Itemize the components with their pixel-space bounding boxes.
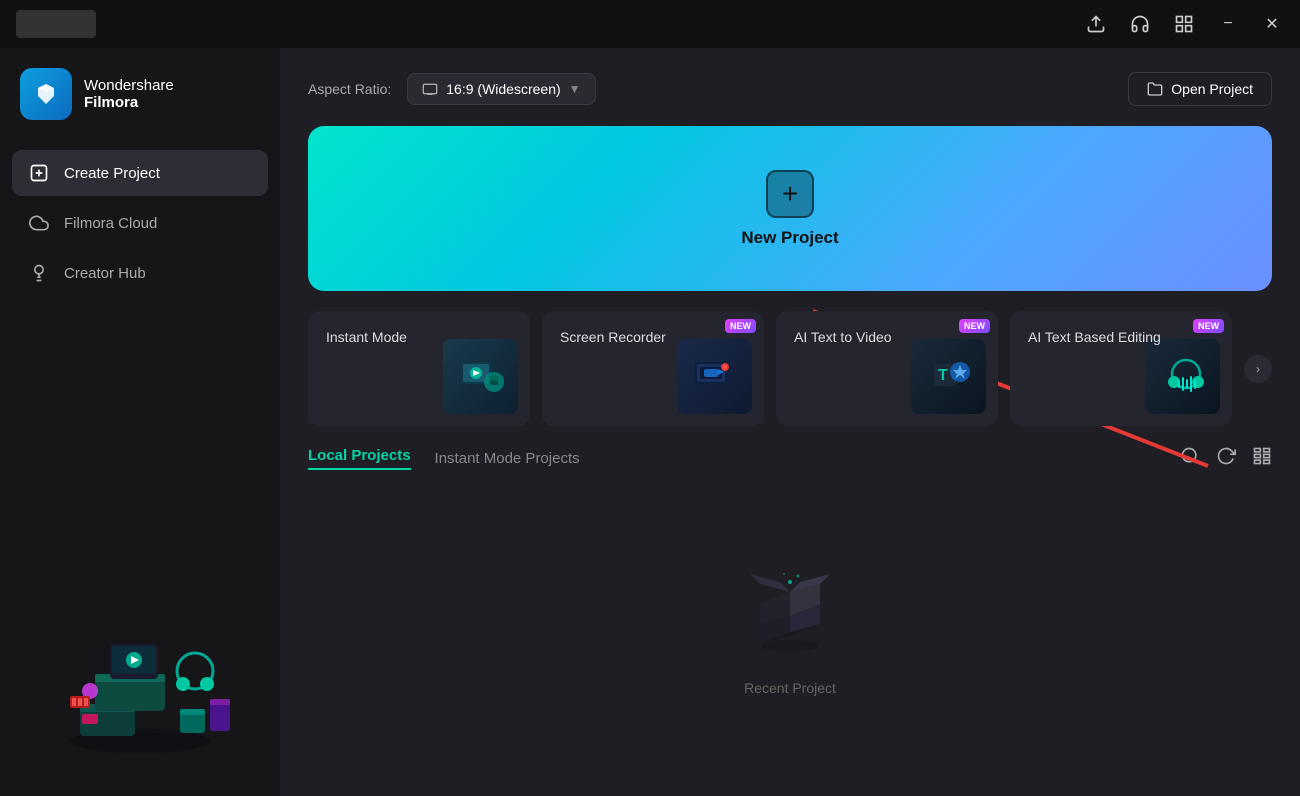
tab-local-projects[interactable]: Local Projects [308, 447, 411, 470]
projects-actions [1180, 446, 1272, 471]
illustration [40, 596, 240, 756]
instant-mode-image [443, 339, 518, 414]
app-logo: Wondershare Filmora [0, 68, 280, 150]
ai-text-editing-image [1145, 339, 1220, 414]
ai-text-video-label: AI Text to Video [794, 329, 980, 345]
plus-square-icon [28, 162, 50, 184]
aspect-ratio-label: Aspect Ratio: [308, 81, 391, 97]
feature-card-instant-mode[interactable]: Instant Mode [308, 311, 530, 426]
sidebar-item-label-create: Create Project [64, 165, 160, 182]
feature-card-ai-text-editing[interactable]: AI Text Based Editing NEW [1010, 311, 1232, 426]
sidebar-item-creator-hub[interactable]: Creator Hub [12, 250, 268, 296]
sidebar-item-label-hub: Creator Hub [64, 265, 146, 282]
lightbulb-icon [28, 262, 50, 284]
logo-icon [20, 68, 72, 120]
svg-text:T: T [938, 367, 948, 384]
aspect-ratio-value: 16:9 (Widescreen) [446, 81, 560, 97]
new-project-banner[interactable]: + New Project [308, 126, 1272, 291]
cloud-icon [28, 212, 50, 234]
new-project-label: New Project [741, 228, 838, 248]
close-button[interactable]: ✕ [1260, 12, 1284, 36]
titlebar: − ✕ [0, 0, 1300, 48]
feature-card-screen-recorder[interactable]: Screen Recorder NEW [542, 311, 764, 426]
sidebar-item-label-cloud: Filmora Cloud [64, 215, 157, 232]
empty-state: Recent Project [308, 487, 1272, 772]
sidebar-item-create-project[interactable]: Create Project [12, 150, 268, 196]
logo-line1: Wondershare [84, 77, 174, 94]
logo-line2: Filmora [84, 94, 174, 111]
main-layout: Wondershare Filmora Create Project [0, 48, 1300, 796]
content-topbar: Aspect Ratio: 16:9 (Widescreen) ▼ Open P… [308, 72, 1272, 106]
monitor-icon [422, 83, 438, 95]
sidebar-item-filmora-cloud[interactable]: Filmora Cloud [12, 200, 268, 246]
open-project-button[interactable]: Open Project [1128, 72, 1272, 106]
aspect-ratio-dropdown[interactable]: 16:9 (Widescreen) ▼ [407, 73, 595, 105]
open-project-label: Open Project [1171, 81, 1253, 97]
upload-icon[interactable] [1084, 12, 1108, 36]
screen-recorder-image [677, 339, 752, 414]
ai-text-editing-label: AI Text Based Editing [1028, 329, 1214, 345]
feature-cards-row: Instant Mode [308, 311, 1272, 426]
app-menu-placeholder [16, 10, 96, 38]
refresh-projects-icon[interactable] [1216, 446, 1236, 471]
screen-recorder-label: Screen Recorder [560, 329, 746, 345]
minimize-button[interactable]: − [1216, 12, 1240, 36]
scroll-right-button[interactable]: › [1244, 355, 1272, 383]
folder-icon [1147, 81, 1163, 97]
headset-icon[interactable] [1128, 12, 1152, 36]
sidebar: Wondershare Filmora Create Project [0, 48, 280, 796]
sidebar-nav: Create Project Filmora Cloud Creator Hub [0, 150, 280, 296]
empty-state-label: Recent Project [744, 680, 836, 696]
dropdown-arrow-icon: ▼ [569, 82, 581, 96]
instant-mode-label: Instant Mode [326, 329, 512, 345]
tab-instant-mode-projects[interactable]: Instant Mode Projects [435, 450, 580, 467]
ai-text-video-image: T [911, 339, 986, 414]
view-toggle-icon[interactable] [1252, 446, 1272, 471]
search-projects-icon[interactable] [1180, 446, 1200, 471]
logo-text: Wondershare Filmora [84, 77, 174, 111]
feature-card-ai-text-video[interactable]: AI Text to Video NEW T [776, 311, 998, 426]
new-project-icon: + [766, 170, 814, 218]
empty-state-icon [740, 564, 840, 664]
content-area: Aspect Ratio: 16:9 (Widescreen) ▼ Open P… [280, 48, 1300, 796]
projects-header: Local Projects Instant Mode Projects [308, 446, 1272, 471]
sidebar-illustration [0, 576, 280, 776]
grid-icon[interactable] [1172, 12, 1196, 36]
